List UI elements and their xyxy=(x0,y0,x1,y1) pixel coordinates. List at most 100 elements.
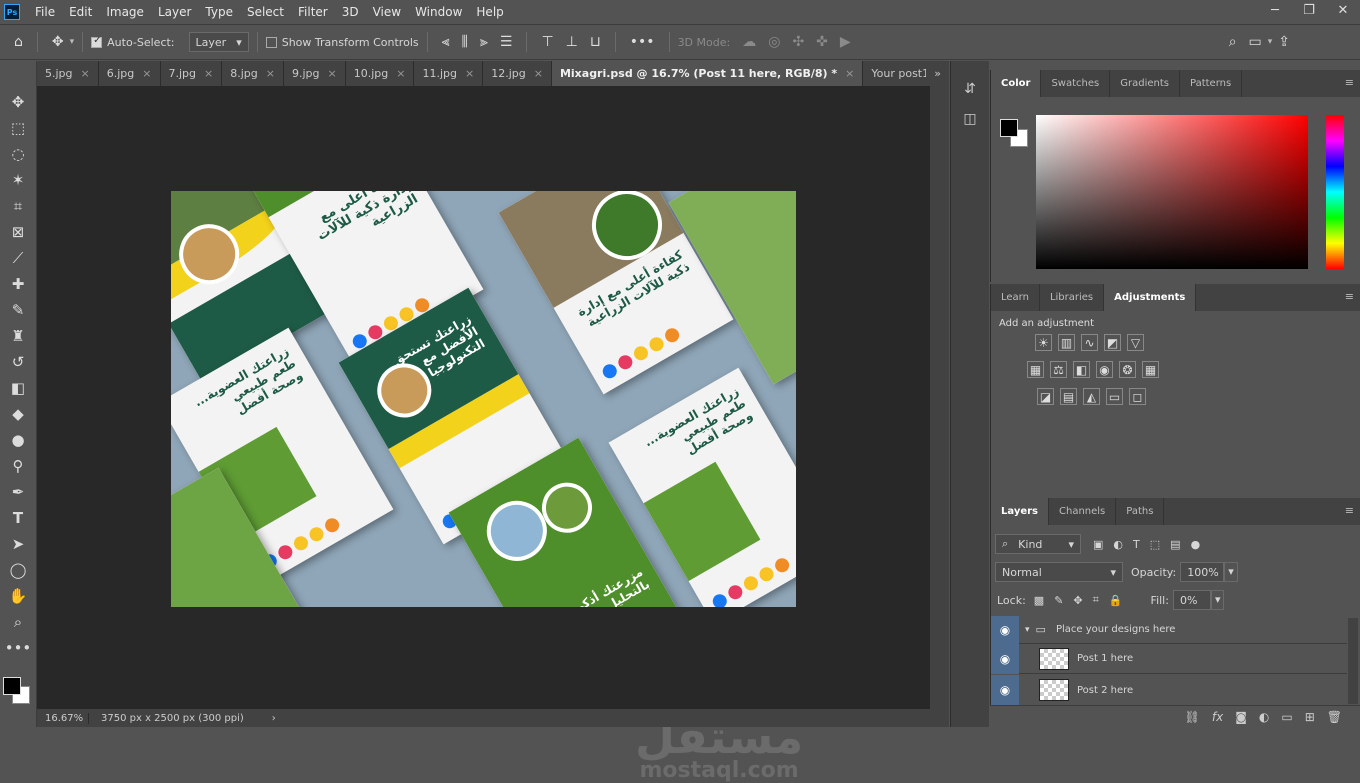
crop-tool-icon[interactable]: ⌗ xyxy=(5,193,31,219)
blur-tool-icon[interactable]: ● xyxy=(5,427,31,453)
close-icon[interactable]: × xyxy=(142,67,151,80)
tab-libraries[interactable]: Libraries xyxy=(1040,284,1105,311)
tab-7-jpg[interactable]: 7.jpg × xyxy=(161,61,223,86)
align-bottom-icon[interactable]: ⊔ xyxy=(590,34,601,50)
history-icon[interactable]: ⇵ xyxy=(964,81,976,97)
photo-filter-icon[interactable]: ◉ xyxy=(1096,361,1113,378)
layers-scrollbar[interactable] xyxy=(1348,618,1358,704)
move-tool-preset-icon[interactable]: ✥ xyxy=(52,34,64,50)
selective-color-icon[interactable]: ◻ xyxy=(1129,388,1146,405)
color-swatches[interactable] xyxy=(3,665,33,705)
close-icon[interactable]: × xyxy=(204,67,213,80)
tab-color[interactable]: Color xyxy=(991,70,1042,97)
auto-select-target-dropdown[interactable]: Layer ▾ xyxy=(188,32,249,52)
brush-tool-icon[interactable]: ✎ xyxy=(5,297,31,323)
tab-gradients[interactable]: Gradients xyxy=(1110,70,1180,97)
filter-shape-icon[interactable]: ⬚ xyxy=(1150,538,1160,551)
paint-bucket-tool-icon[interactable]: ◆ xyxy=(5,401,31,427)
align-center-icon[interactable]: ⫼ xyxy=(462,34,468,50)
tab-5-jpg[interactable]: 5.jpg × xyxy=(37,61,99,86)
3d-drag-icon[interactable]: ✣ xyxy=(792,34,804,50)
tab-channels[interactable]: Channels xyxy=(1049,498,1117,525)
lock-artboard-icon[interactable]: ⌗ xyxy=(1093,593,1099,607)
align-left-icon[interactable]: ⫷ xyxy=(442,34,450,50)
show-transform-checkbox[interactable] xyxy=(265,36,277,48)
layer-mask-icon[interactable]: ◙ xyxy=(1235,710,1247,724)
tab-mixagri-psd[interactable]: Mixagri.psd @ 16.7% (Post 11 here, RGB/8… xyxy=(551,61,864,86)
move-tool-icon[interactable]: ✥ xyxy=(5,89,31,115)
close-window-button[interactable]: ✕ xyxy=(1326,0,1360,24)
eraser-tool-icon[interactable]: ◧ xyxy=(5,375,31,401)
menu-window[interactable]: Window xyxy=(408,0,469,24)
filter-smart-object-icon[interactable]: ▤ xyxy=(1170,538,1180,551)
hue-saturation-icon[interactable]: ▦ xyxy=(1027,361,1044,378)
menu-edit[interactable]: Edit xyxy=(62,0,99,24)
clone-stamp-tool-icon[interactable]: ♜ xyxy=(5,323,31,349)
menu-type[interactable]: Type xyxy=(198,0,240,24)
path-selection-tool-icon[interactable]: ➤ xyxy=(5,531,31,557)
marquee-tool-icon[interactable]: ⬚ xyxy=(5,115,31,141)
layer-row[interactable]: ◉ Post 2 here xyxy=(991,675,1347,705)
curves-icon[interactable]: ∿ xyxy=(1081,334,1098,351)
edit-toolbar-icon[interactable]: ••• xyxy=(5,635,32,661)
posterize-icon[interactable]: ▤ xyxy=(1060,388,1077,405)
layer-style-icon[interactable]: fx xyxy=(1212,710,1223,724)
tab-adjustments[interactable]: Adjustments xyxy=(1104,284,1197,311)
3d-panel-icon[interactable]: ◫ xyxy=(963,111,976,127)
chevron-down-icon[interactable]: ▾ xyxy=(1224,562,1238,582)
align-right-icon[interactable]: ⫸ xyxy=(480,34,488,50)
color-balance-icon[interactable]: ⚖ xyxy=(1050,361,1067,378)
history-brush-tool-icon[interactable]: ↺ xyxy=(5,349,31,375)
canvas-area[interactable]: كفاءة أعلى مع إدارة ذكية للآلات الزراعية… xyxy=(37,86,930,782)
visibility-eye-icon[interactable]: ◉ xyxy=(991,675,1019,705)
canvas-vertical-scrollbar[interactable] xyxy=(930,86,949,709)
filter-toggle-icon[interactable]: ● xyxy=(1191,538,1201,551)
more-options-icon[interactable]: ••• xyxy=(630,34,655,50)
zoom-level[interactable]: 16.67% xyxy=(37,712,89,724)
home-icon[interactable]: ⌂ xyxy=(14,34,23,50)
layer-filter-dropdown[interactable]: ⌕ Kind ▾ xyxy=(995,534,1081,554)
layer-group-row[interactable]: ◉ ▾ ▭ Place your designs here xyxy=(991,615,1347,644)
pen-tool-icon[interactable]: ✒ xyxy=(5,479,31,505)
menu-help[interactable]: Help xyxy=(469,0,510,24)
adjustment-layer-icon[interactable]: ◐ xyxy=(1259,710,1269,724)
menu-3d[interactable]: 3D xyxy=(335,0,366,24)
tab-paths[interactable]: Paths xyxy=(1116,498,1165,525)
vibrance-icon[interactable]: ▽ xyxy=(1127,334,1144,351)
invert-icon[interactable]: ◪ xyxy=(1037,388,1054,405)
document-canvas[interactable]: كفاءة أعلى مع إدارة ذكية للآلات الزراعية… xyxy=(171,191,796,607)
restore-button[interactable]: ❐ xyxy=(1292,0,1326,24)
chevron-down-icon[interactable]: ▾ xyxy=(1210,590,1225,610)
frame-tool-icon[interactable]: ⊠ xyxy=(5,219,31,245)
share-icon[interactable]: ⇪ xyxy=(1278,34,1290,50)
filter-pixel-icon[interactable]: ▣ xyxy=(1093,538,1103,551)
ellipse-tool-icon[interactable]: ◯ xyxy=(5,557,31,583)
search-icon[interactable]: ⌕ xyxy=(1229,34,1237,50)
color-field[interactable] xyxy=(1036,115,1308,269)
link-layers-icon[interactable]: ⛓ xyxy=(1185,710,1200,724)
lasso-tool-icon[interactable]: ◌ xyxy=(5,141,31,167)
opacity-input[interactable]: 100% xyxy=(1180,562,1225,582)
close-icon[interactable]: × xyxy=(845,67,854,80)
color-lookup-icon[interactable]: ▦ xyxy=(1142,361,1159,378)
blend-mode-dropdown[interactable]: Normal ▾ xyxy=(995,562,1123,582)
gradient-map-icon[interactable]: ▭ xyxy=(1106,388,1123,405)
layer-row[interactable]: ◉ Post 1 here xyxy=(991,643,1347,674)
3d-orbit-icon[interactable]: ☁ xyxy=(742,34,756,50)
fill-input[interactable]: 0% xyxy=(1172,590,1211,610)
3d-camera-icon[interactable]: ▶ xyxy=(840,34,851,50)
magic-wand-tool-icon[interactable]: ✶ xyxy=(5,167,31,193)
zoom-tool-icon[interactable]: ⌕ xyxy=(5,609,31,635)
new-layer-icon[interactable]: ⊞ xyxy=(1305,710,1315,724)
auto-select-checkbox[interactable] xyxy=(91,35,103,48)
type-tool-icon[interactable]: T xyxy=(5,505,31,531)
channel-mixer-icon[interactable]: ❂ xyxy=(1119,361,1136,378)
close-icon[interactable]: × xyxy=(534,67,543,80)
visibility-eye-icon[interactable]: ◉ xyxy=(991,643,1019,674)
tab-learn[interactable]: Learn xyxy=(991,284,1040,311)
brightness-icon[interactable]: ☀ xyxy=(1035,334,1052,351)
close-icon[interactable]: × xyxy=(266,67,275,80)
chevron-down-icon[interactable]: ▾ xyxy=(1025,625,1030,635)
tab-swatches[interactable]: Swatches xyxy=(1041,70,1111,97)
distribute-icon[interactable]: ☰ xyxy=(500,34,513,50)
